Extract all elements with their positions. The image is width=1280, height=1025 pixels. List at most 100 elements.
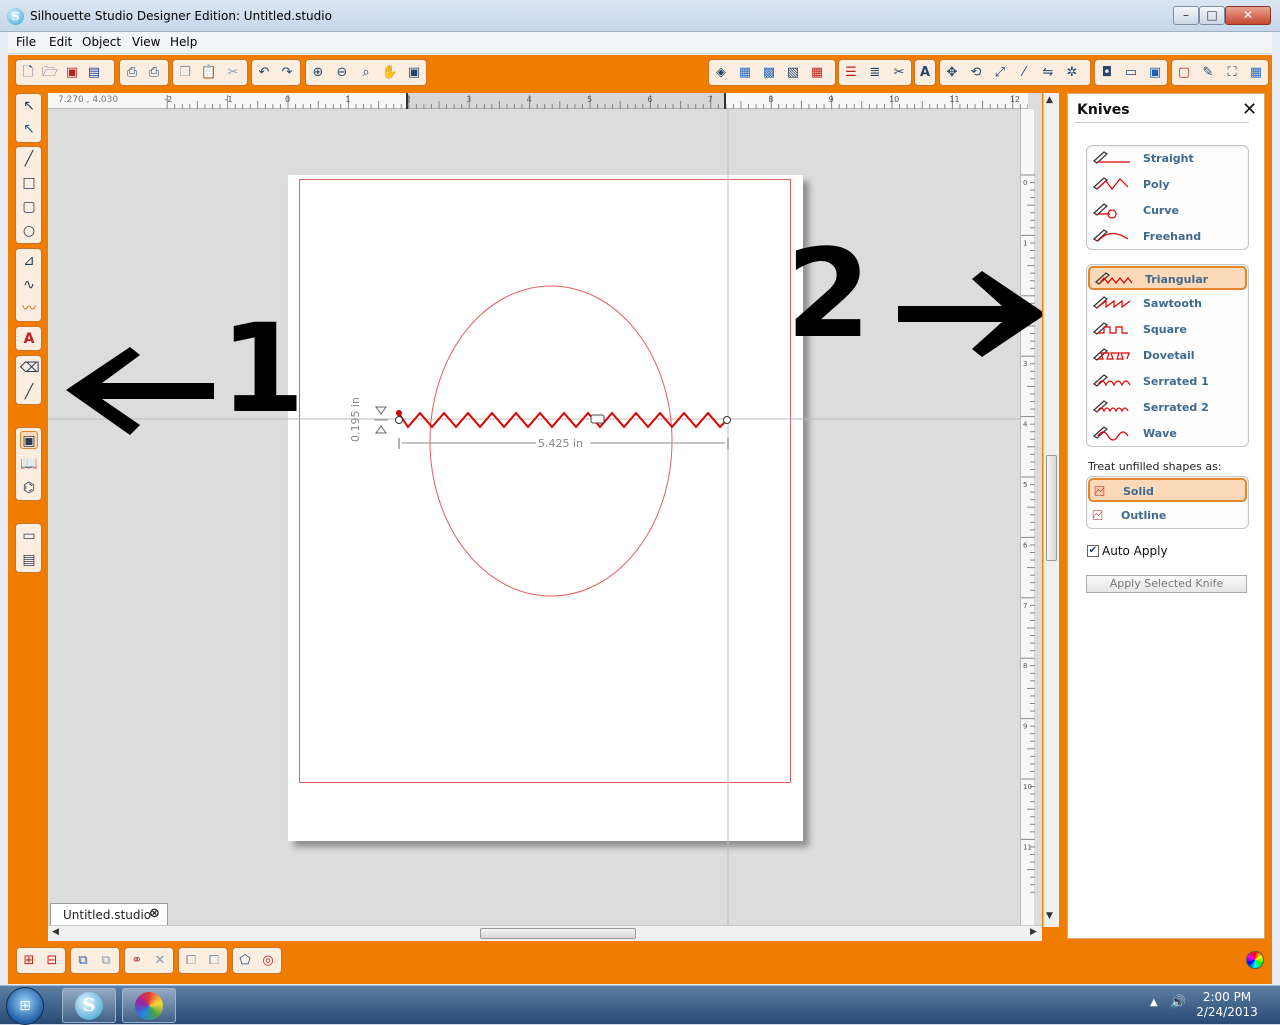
text-tool-icon[interactable]: A [20,330,38,348]
registration-marks-icon[interactable]: ⬠ [236,952,254,969]
tray-clock[interactable]: 2:00 PM 2/24/2013 [1195,990,1259,1020]
polygon-tool-icon[interactable]: ⊿ [20,252,38,270]
release-compound-icon[interactable]: ⧉ [97,952,115,969]
horizontal-scroll-thumb[interactable] [480,928,636,939]
triangular-knife-line[interactable] [399,411,728,429]
document-tab[interactable]: Untitled.studio ⊗ [50,903,168,925]
save-icon[interactable]: ▣ [63,64,81,81]
apply-selected-knife-button[interactable]: Apply Selected Knife [1086,575,1247,593]
new-document-icon[interactable]: 🗋 [19,64,37,81]
mirror-icon[interactable]: ⇋ [1039,64,1057,81]
knife-wave[interactable]: Wave [1088,422,1247,446]
group-icon[interactable]: ⊞ [20,952,38,969]
shear-icon[interactable]: ⁄ [1015,64,1033,81]
line-style-icon[interactable]: ☰ [842,64,860,81]
weld-icon[interactable]: ⚭ [128,952,146,969]
knife-curve[interactable]: Curve [1088,199,1247,223]
scroll-down-icon[interactable]: ▼ [1046,911,1053,921]
volume-icon[interactable]: 🔊 [1170,995,1186,1010]
ellipse-tool-icon[interactable]: ○ [20,222,38,240]
online-store-icon[interactable]: ⌬ [20,479,38,497]
cut-scissors-icon[interactable]: ✂ [224,64,242,81]
tray-expand-icon[interactable]: ▲ [1150,997,1158,1008]
fit-to-page-icon[interactable]: ▣ [405,64,423,81]
scroll-left-icon[interactable]: ◀ [52,927,59,937]
send-to-silhouette-icon[interactable]: ◎ [259,952,277,969]
split-view-icon[interactable]: ▤ [20,551,38,569]
curve-tool-icon[interactable]: ∿ [20,276,38,294]
rectangle-tool-icon[interactable]: □ [20,174,38,192]
knife-triangular[interactable]: Triangular [1088,266,1247,290]
knife-square[interactable]: Square [1088,318,1247,342]
treat-outline-option[interactable]: Outline [1088,504,1247,528]
zoom-in-icon[interactable]: ⊕ [309,64,327,81]
knife-sawtooth[interactable]: Sawtooth [1088,292,1247,316]
bring-forward-icon[interactable]: ⧠ [182,952,200,969]
auto-apply-checkbox[interactable]: ✔ [1087,545,1099,557]
sketch-pen-icon[interactable]: ✎ [1199,64,1217,81]
scroll-up-icon[interactable]: ▲ [1046,95,1053,105]
eraser-tool-icon[interactable]: ⌫ [20,359,40,377]
knife-dovetail[interactable]: Dovetail [1088,344,1247,368]
line-color-icon[interactable]: ▦ [808,64,826,81]
grid-icon[interactable]: ▦ [1247,64,1265,81]
undo-icon[interactable]: ↶ [255,64,273,81]
menu-edit[interactable]: Edit [49,35,72,49]
copy-icon[interactable]: ❐ [176,64,194,81]
select-arrow-icon[interactable]: ↖ [20,97,38,115]
align-icon[interactable]: ✥ [943,64,961,81]
design-page-icon[interactable]: ▣ [20,431,38,449]
scale-icon[interactable]: ⤢ [991,64,1009,81]
design-canvas[interactable]: 7.270 , 4.030 -2-10123456789101112 01234… [48,93,1042,927]
trace-icon[interactable]: ▣ [1146,64,1164,81]
close-tab-icon[interactable]: ⊗ [149,906,160,921]
ungroup-icon[interactable]: ⊟ [43,952,61,969]
edit-points-icon[interactable]: ↖ [20,120,38,138]
rounded-rect-tool-icon[interactable]: ▢ [20,198,38,216]
minimize-button[interactable]: – [1173,6,1199,25]
vertical-scrollbar[interactable]: ▲ ▼ [1043,93,1059,927]
knife-start-handle[interactable] [395,416,403,424]
zoom-out-icon[interactable]: ⊖ [333,64,351,81]
menu-file[interactable]: File [16,35,36,49]
text-settings-icon[interactable]: A [916,64,934,81]
replicate-icon[interactable]: ✲ [1063,64,1081,81]
single-view-icon[interactable]: ▭ [20,527,38,545]
print-icon[interactable]: ⎙ [123,64,141,81]
delete-icon[interactable]: ✕ [151,952,169,969]
rotate-icon[interactable]: ⟲ [967,64,985,81]
close-window-button[interactable]: ✕ [1225,6,1271,25]
knife-poly[interactable]: Poly [1088,173,1247,197]
page-setup-icon[interactable]: ▢ [1175,64,1193,81]
knife-tool-icon[interactable]: ╱ [20,383,38,401]
zoom-selection-icon[interactable]: ⌕ [357,64,375,81]
modify-icon[interactable]: ◘ [1098,64,1116,81]
paste-icon[interactable]: 📋 [200,64,218,81]
start-button[interactable]: ⊞ [6,987,44,1025]
text-style-icon[interactable]: ≣ [866,64,884,81]
scroll-right-icon[interactable]: ▶ [1030,927,1037,937]
redo-icon[interactable]: ↷ [278,64,296,81]
knife-serrated-2[interactable]: Serrated 2 [1088,396,1247,420]
pan-hand-icon[interactable]: ✋ [381,64,399,81]
gradient-icon[interactable]: ▩ [760,64,778,81]
freehand-tool-icon[interactable]: 〰 [20,300,38,318]
fill-bucket-icon[interactable]: ◈ [712,64,730,81]
save-to-sd-icon[interactable]: ▤ [85,64,103,81]
library-book-icon[interactable]: 📖 [20,455,38,473]
color-wheel-icon[interactable] [1246,951,1264,969]
cut-settings-icon[interactable]: ⛶ [1223,64,1241,81]
open-folder-icon[interactable]: 🗁 [41,64,59,81]
print-cut-icon[interactable]: ⎙ [145,64,163,81]
panel-close-icon[interactable]: ✕ [1242,99,1257,120]
horizontal-scrollbar[interactable]: ◀ ▶ [48,925,1042,941]
fill-pattern-icon[interactable]: ▧ [784,64,802,81]
offset-icon[interactable]: ▭ [1122,64,1140,81]
taskbar-silhouette-button[interactable]: S [62,988,116,1023]
vertical-scroll-thumb[interactable] [1046,455,1057,561]
knife-center-handle[interactable] [590,414,605,424]
treat-solid-option[interactable]: Solid [1088,478,1247,502]
send-backward-icon[interactable]: ⧠ [205,952,223,969]
knife-freehand[interactable]: Freehand [1088,225,1247,249]
menu-object[interactable]: Object [82,35,121,49]
